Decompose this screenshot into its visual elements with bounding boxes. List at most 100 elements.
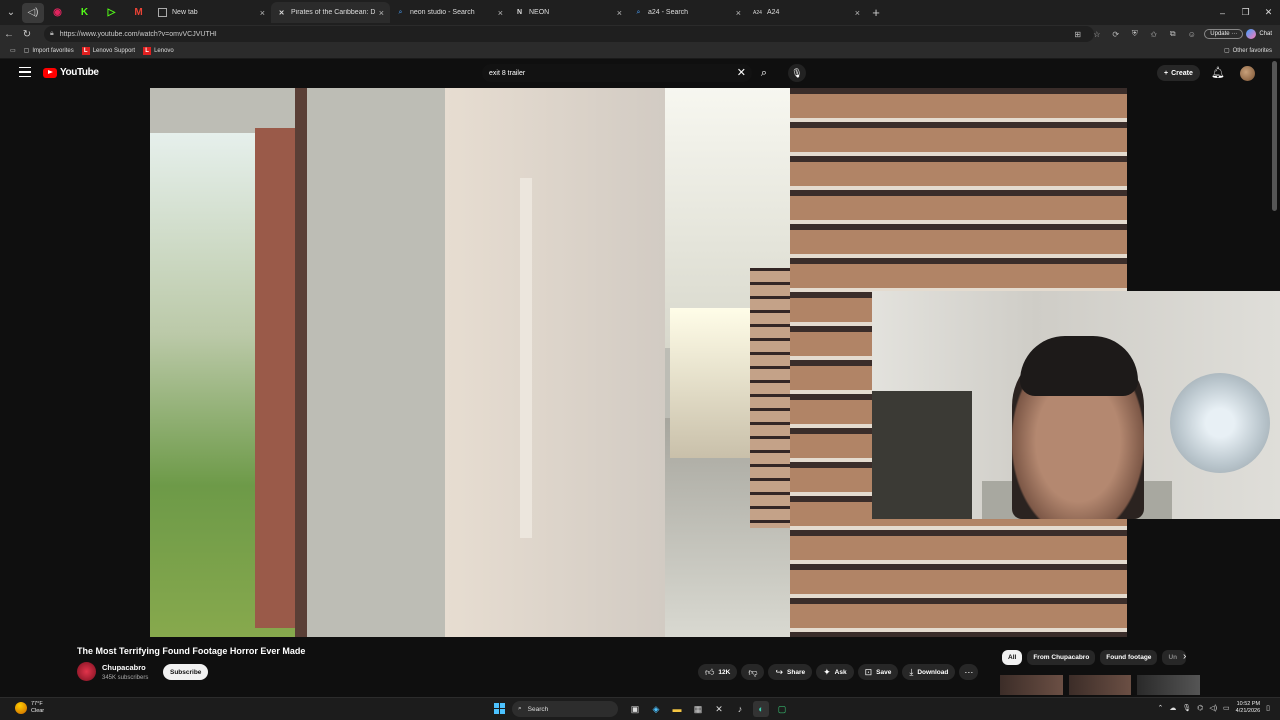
- related-thumbnail[interactable]: [1137, 675, 1201, 695]
- create-button[interactable]: + Create: [1157, 65, 1200, 81]
- tab-actions-menu-icon[interactable]: ⌄: [0, 3, 22, 23]
- more-actions-button[interactable]: ⋯: [959, 664, 979, 680]
- chip-found-footage[interactable]: Found footage: [1100, 650, 1158, 665]
- tab-neon[interactable]: N NEON ×: [509, 2, 628, 23]
- app-available-icon[interactable]: ⊞: [1068, 30, 1087, 39]
- notification-icon[interactable]: ▯: [1266, 704, 1270, 712]
- chip-from-channel[interactable]: From Chupacabro: [1027, 650, 1096, 665]
- pinned-tab-player[interactable]: ▷: [98, 3, 125, 23]
- dislike-button[interactable]: 👎︎: [741, 664, 765, 680]
- favorite-lenovo-support[interactable]: L Lenovo Support: [81, 46, 135, 55]
- copilot-icon: [1246, 29, 1257, 39]
- clear-search-icon[interactable]: ✕: [737, 66, 746, 79]
- subscribe-button[interactable]: Subscribe: [163, 664, 209, 680]
- search-button[interactable]: ⌕: [754, 64, 774, 82]
- webcam-clutter: [872, 391, 972, 519]
- network-icon[interactable]: ⌬: [1197, 704, 1203, 712]
- url-field[interactable]: 🔒︎ https://www.youtube.com/watch?v=omvVC…: [44, 26, 1094, 42]
- tab-neon-search[interactable]: ⌕ neon studio - Search ×: [390, 2, 509, 23]
- new-tab-button[interactable]: +: [866, 5, 886, 20]
- start-button[interactable]: [494, 703, 505, 714]
- profile-icon[interactable]: ☺: [1182, 30, 1201, 39]
- chip-all[interactable]: All: [1002, 650, 1023, 665]
- other-favorites[interactable]: ▢ Other favorites: [1224, 47, 1272, 55]
- pinned-tab-recording[interactable]: ◉: [44, 3, 71, 23]
- channel-name[interactable]: Chupacabro: [102, 663, 146, 672]
- battery-icon[interactable]: ▭: [1223, 704, 1230, 712]
- minimize-icon[interactable]: –: [1211, 0, 1234, 25]
- restore-icon[interactable]: ❐: [1234, 0, 1257, 25]
- related-thumbnail[interactable]: [1068, 675, 1132, 695]
- tiktok-icon[interactable]: ♪: [732, 701, 748, 717]
- collections-icon[interactable]: ⧉: [1163, 29, 1182, 39]
- back-icon[interactable]: ←: [0, 29, 18, 40]
- notifications-bell-icon[interactable]: 🔔︎: [1211, 66, 1225, 79]
- app-icon[interactable]: ▢: [774, 701, 790, 717]
- search-icon: ⌕: [760, 66, 768, 79]
- voice-search-icon[interactable]: 🎙︎: [788, 64, 806, 82]
- microphone-icon[interactable]: 🎙︎: [1182, 704, 1191, 712]
- file-explorer-icon[interactable]: ▬: [669, 701, 685, 717]
- weather-widget[interactable]: 77°F Clear: [15, 701, 44, 715]
- download-button[interactable]: ⤓ Download: [902, 664, 956, 680]
- related-thumbnails: [1000, 675, 1201, 695]
- close-icon[interactable]: ×: [260, 8, 265, 18]
- share-icon: ↪: [775, 666, 784, 677]
- favorites-toggle-icon[interactable]: ▭: [10, 47, 16, 54]
- chevron-up-icon[interactable]: ⌃: [1157, 704, 1163, 712]
- clock[interactable]: 10:52 PM 4/21/2026: [1236, 701, 1260, 715]
- task-view-icon[interactable]: ▣: [627, 701, 643, 717]
- tab-a24-search[interactable]: ⌕ a24 - Search ×: [628, 2, 747, 23]
- channel-avatar[interactable]: [77, 662, 96, 681]
- a24-icon: A24: [753, 9, 762, 16]
- like-button[interactable]: 👍︎ 12K: [698, 664, 738, 680]
- tab-new-tab[interactable]: New tab ×: [152, 2, 271, 23]
- copilot-chat-button[interactable]: Chat: [1246, 29, 1272, 39]
- webcam-overlay: [872, 291, 1280, 519]
- sparkle-icon: ✦: [823, 666, 831, 677]
- menu-icon[interactable]: [19, 67, 31, 77]
- close-window-icon[interactable]: ✕: [1257, 0, 1280, 25]
- lock-icon[interactable]: 🔒︎: [50, 30, 54, 38]
- share-button[interactable]: ↪ Share: [768, 664, 813, 680]
- youtube-logo[interactable]: YouTube: [43, 67, 99, 78]
- shield-icon[interactable]: ⛨: [1125, 29, 1144, 39]
- pinned-tab-gmail[interactable]: M: [125, 3, 152, 23]
- close-icon[interactable]: ×: [379, 8, 384, 18]
- favorite-lenovo[interactable]: L Lenovo: [143, 46, 174, 55]
- x-icon: ✕: [278, 9, 285, 17]
- favorites-icon[interactable]: ✩: [1144, 30, 1163, 39]
- favorite-star-icon[interactable]: ☆: [1087, 30, 1106, 39]
- ask-button[interactable]: ✦ Ask: [816, 664, 854, 680]
- xbox-icon[interactable]: ✕: [711, 701, 727, 717]
- favorite-import[interactable]: ▢ Import favorites: [24, 47, 74, 55]
- cloud-icon[interactable]: ☁: [1169, 704, 1176, 712]
- video-actions: 👍︎ 12K 👎︎ ↪ Share ✦ Ask ⊡ Save ⤓ Download ⋯: [698, 664, 979, 680]
- scene-window-frame: [295, 88, 307, 637]
- tab-a24[interactable]: A24 A24 ×: [747, 2, 866, 23]
- pinned-tab-kick[interactable]: K: [71, 3, 98, 23]
- download-label: Download: [917, 668, 949, 676]
- edge-icon[interactable]: ◐: [753, 701, 769, 717]
- video-metadata: The Most Terrifying Found Footage Horror…: [0, 637, 1280, 697]
- weather-temp: 77°F: [31, 701, 43, 707]
- save-button[interactable]: ⊡ Save: [857, 664, 899, 680]
- refresh-icon[interactable]: ↻: [18, 29, 36, 40]
- search-input[interactable]: exit 8 trailer ✕: [482, 64, 752, 82]
- extension-icon[interactable]: ⟳: [1106, 30, 1125, 39]
- sound-icon[interactable]: ◁): [22, 2, 44, 23]
- store-icon[interactable]: ▦: [690, 701, 706, 717]
- chevron-right-icon[interactable]: ›: [1183, 651, 1186, 662]
- close-icon[interactable]: ×: [617, 8, 622, 18]
- close-icon[interactable]: ×: [855, 8, 860, 18]
- page-scrollbar[interactable]: [1272, 61, 1277, 211]
- update-button[interactable]: Update ···: [1204, 29, 1244, 39]
- close-icon[interactable]: ×: [736, 8, 741, 18]
- copilot-app-icon[interactable]: ◈: [648, 701, 664, 717]
- related-thumbnail[interactable]: [1000, 675, 1063, 695]
- tab-pirates[interactable]: ✕ Pirates of the Caribbean: Dead Me ×: [271, 2, 390, 23]
- volume-icon[interactable]: ◁): [1209, 704, 1217, 712]
- close-icon[interactable]: ×: [498, 8, 503, 18]
- taskbar-search[interactable]: ⌕ Search: [512, 701, 618, 717]
- avatar[interactable]: [1240, 66, 1255, 81]
